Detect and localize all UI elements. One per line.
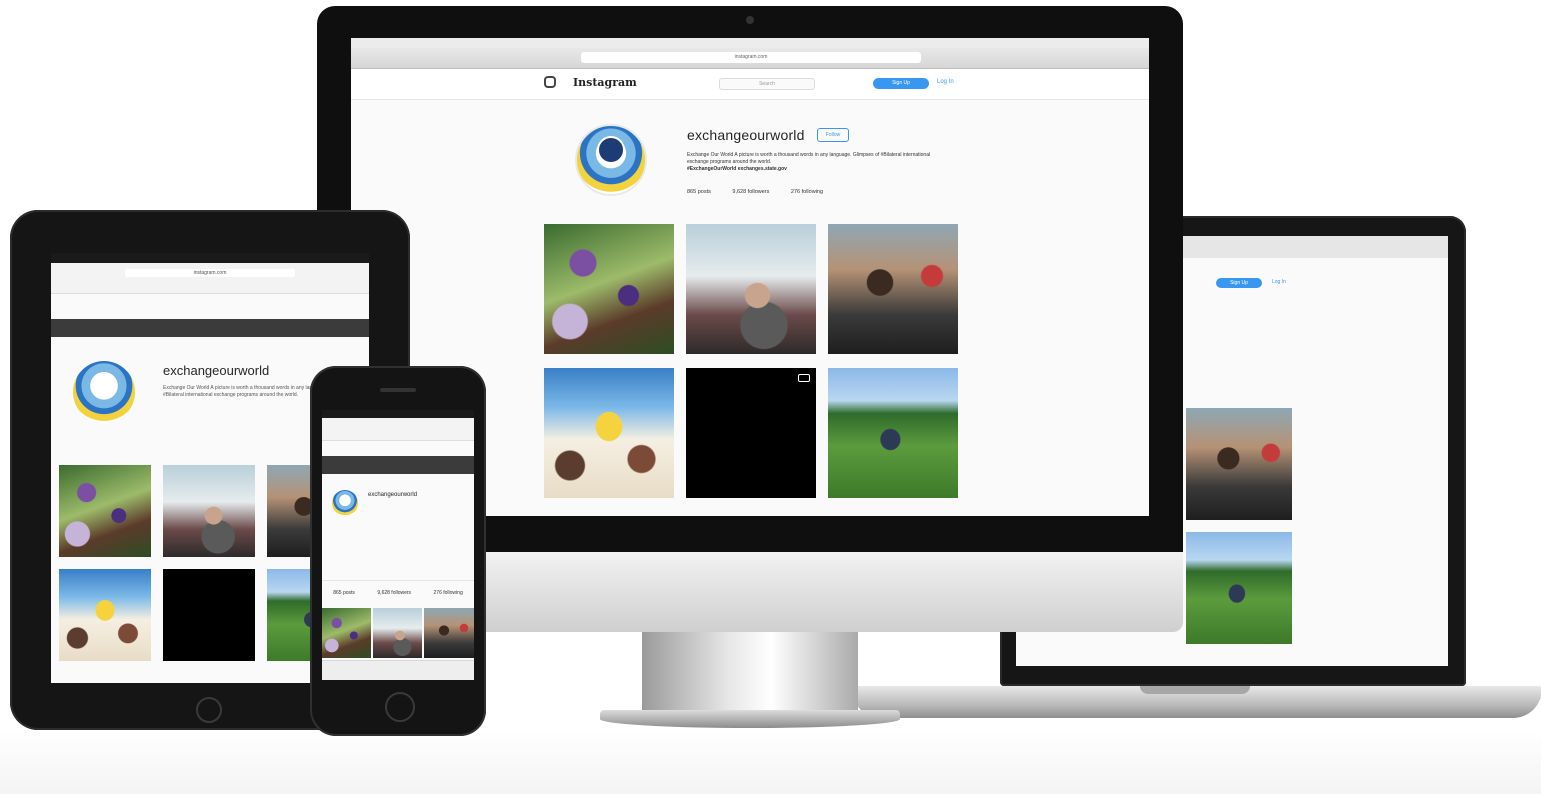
followers-count[interactable]: 9,628 followers <box>732 189 769 195</box>
profile-link[interactable]: #ExchangeOurWorld exchanges.state.gov <box>687 166 947 173</box>
tablet-photo-tile[interactable] <box>163 569 255 661</box>
profile-username: exchangeourworld <box>687 127 805 143</box>
phone-followers-count[interactable]: 9,628 followers <box>377 590 411 596</box>
phone-home-button[interactable] <box>385 692 415 722</box>
tablet-photo-tile[interactable] <box>59 465 151 557</box>
phone-photo-tile[interactable] <box>322 608 371 658</box>
tablet-address-bar[interactable]: instagram.com <box>125 269 295 277</box>
instagram-camera-icon[interactable] <box>544 76 556 88</box>
laptop-login-link[interactable]: Log In <box>1272 279 1286 285</box>
signup-button[interactable]: Sign Up <box>873 78 929 89</box>
video-icon <box>798 374 810 382</box>
monitor-foot <box>600 710 900 728</box>
following-count[interactable]: 276 following <box>791 189 823 195</box>
laptop-notch <box>1140 686 1250 694</box>
phone-speaker <box>380 388 416 392</box>
phone-profile-username: exchangeourworld <box>368 492 418 498</box>
tablet-app-banner[interactable] <box>51 319 369 337</box>
phone-photo-tile[interactable] <box>424 608 474 658</box>
profile-bio: Exchange Our World A picture is worth a … <box>687 152 947 173</box>
laptop-photo-tile[interactable] <box>1186 408 1292 520</box>
tablet-status-bar <box>51 253 369 263</box>
laptop-signup-button[interactable]: Sign Up <box>1216 278 1262 288</box>
phone-status-bar <box>322 410 474 418</box>
phone-bottom-toolbar <box>322 660 474 680</box>
phone-profile-stats: 865 posts 9,628 followers 276 following <box>322 580 474 605</box>
profile-bio-text: Exchange Our World A picture is worth a … <box>687 152 931 165</box>
tablet-photo-tile[interactable] <box>163 465 255 557</box>
floor-background <box>0 730 1541 794</box>
tablet-photo-tile[interactable] <box>59 569 151 661</box>
profile-stats: 865 posts 9,628 followers 276 following <box>687 189 843 195</box>
phone-following-count[interactable]: 276 following <box>434 590 463 596</box>
camera-icon <box>746 16 754 24</box>
follow-button[interactable]: Follow <box>817 128 849 142</box>
laptop-photo-tile[interactable] <box>1186 532 1292 644</box>
photo-tile[interactable] <box>828 368 958 498</box>
phone-posts-count: 865 posts <box>333 590 355 596</box>
mac-menubar <box>351 38 1149 48</box>
photo-tile[interactable] <box>544 368 674 498</box>
state-seal-icon <box>597 136 625 164</box>
photo-tile[interactable] <box>686 368 816 498</box>
tablet-profile-avatar[interactable] <box>73 361 135 423</box>
photo-tile[interactable] <box>686 224 816 354</box>
phone-photo-tile[interactable] <box>373 608 422 658</box>
posts-count: 865 posts <box>687 189 711 195</box>
tablet-browser-bar <box>51 263 369 294</box>
tablet-home-button[interactable] <box>196 697 222 723</box>
monitor-stand <box>642 632 858 712</box>
tablet-profile-username: exchangeourworld <box>163 363 270 378</box>
login-link[interactable]: Log In <box>937 79 954 85</box>
search-input[interactable]: Search <box>719 78 815 90</box>
phone-screen: exchangeourworld 865 posts 9,628 followe… <box>322 410 474 680</box>
phone-profile-avatar[interactable] <box>332 490 358 516</box>
phone-browser-bar <box>322 418 474 441</box>
address-bar[interactable]: instagram.com <box>581 52 921 63</box>
phone-app-banner[interactable] <box>322 456 474 474</box>
photo-tile[interactable] <box>544 224 674 354</box>
photo-tile[interactable] <box>828 224 958 354</box>
instagram-logo[interactable]: Instagram <box>573 76 637 89</box>
